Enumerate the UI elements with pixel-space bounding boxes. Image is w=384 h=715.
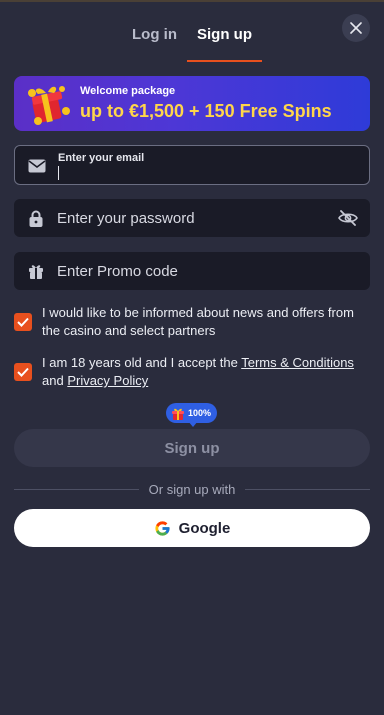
completion-badge: 100% [166,403,218,423]
auth-tabs: Log in Sign up [0,0,384,62]
text-caret [58,166,59,180]
gift-icon [172,408,184,420]
email-label: Enter your email [58,152,145,164]
tab-signup[interactable]: Sign up [187,26,262,62]
divider-text: Or sign up with [148,481,236,497]
password-field[interactable] [14,199,370,237]
divider-line-left [14,488,139,490]
gift-box-icon [28,86,70,125]
terms-link[interactable]: Terms & Conditions [241,355,354,370]
google-icon [155,520,170,536]
google-button-label: Google [178,519,231,537]
banner-offer: up to €1,500 + 150 Free Spins [80,101,332,121]
badge-pointer [188,421,198,427]
divider-line-right [245,488,371,490]
banner-title: Welcome package [80,85,176,97]
completion-percent: 100% [188,408,212,418]
news-consent-text: I would like to be informed about news a… [42,305,354,338]
privacy-policy-link[interactable]: Privacy Policy [67,373,148,388]
welcome-banner[interactable]: Welcome package up to €1,500 + 150 Free … [14,76,370,131]
age-consent-text: I am 18 years old and I accept the Terms… [42,354,370,390]
tab-login[interactable]: Log in [122,26,187,62]
gift-icon [27,262,45,280]
news-consent-checkbox[interactable] [14,313,32,331]
or-divider: Or sign up with [14,481,371,497]
age-consent-row: I am 18 years old and I accept the Terms… [14,354,370,390]
checkmark-icon [17,317,29,327]
age-consent-prefix: I am 18 years old and I accept the [42,355,242,370]
age-consent-checkbox[interactable] [14,363,32,381]
envelope-icon [28,157,46,175]
promo-field[interactable] [14,252,370,290]
signup-button[interactable]: Sign up [14,429,370,467]
promo-input[interactable] [57,261,357,281]
age-consent-and: and [42,373,68,388]
news-consent-row: I would like to be informed about news a… [14,304,370,340]
close-button[interactable] [342,14,370,42]
password-input[interactable] [57,208,327,228]
eye-off-icon[interactable] [338,208,358,228]
checkmark-icon [17,367,29,377]
lock-icon [27,209,45,227]
email-field[interactable]: Enter your email [14,145,370,185]
close-icon [350,22,362,34]
google-signup-button[interactable]: Google [14,509,370,547]
